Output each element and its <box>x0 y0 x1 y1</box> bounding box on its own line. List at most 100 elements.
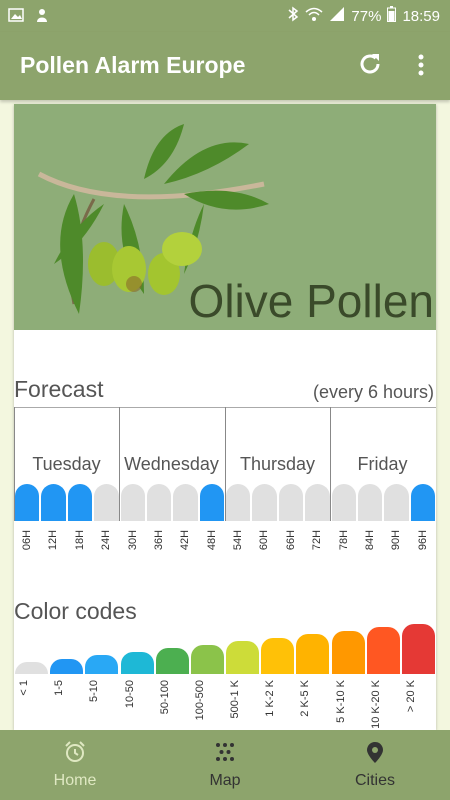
battery-percent: 77% <box>351 7 382 25</box>
color-code-text: < 1 <box>18 680 30 696</box>
forecast-hour-text: 48H <box>205 529 218 551</box>
nav-cities-label: Cities <box>354 772 395 789</box>
forecast-hour-label: 48H <box>199 524 224 554</box>
color-code-text: 1 K-2 K <box>264 680 277 717</box>
color-code-swatch <box>155 648 189 674</box>
wifi-icon <box>305 6 323 26</box>
color-code-text: 2 K-5 K <box>299 680 312 717</box>
app-notification-icon <box>34 7 50 27</box>
day-label: Friday <box>357 454 408 474</box>
signal-icon <box>329 6 345 26</box>
pollen-hero: Olive Pollen <box>14 104 436 330</box>
forecast-hour-text: 18H <box>73 529 86 551</box>
color-code-text: 5 K-10 K <box>334 680 347 723</box>
color-code-text: 5-10 <box>88 680 101 703</box>
forecast-hour-label: 90H <box>383 524 408 554</box>
nav-map[interactable]: Map <box>150 730 300 800</box>
more-options-icon[interactable] <box>412 51 430 79</box>
forecast-slot <box>120 484 145 521</box>
forecast-hour-label: 96H <box>410 524 435 554</box>
color-code-label: 1-5 <box>49 676 83 730</box>
app-title: Pollen Alarm Europe <box>20 52 246 78</box>
forecast-hour-text: 36H <box>152 529 165 551</box>
forecast-hour-text: 60H <box>258 529 271 551</box>
forecast-hour-text: 06H <box>21 529 33 551</box>
forecast-hour-text: 54H <box>232 529 244 551</box>
forecast-slot <box>305 484 330 521</box>
color-code-swatch <box>190 644 224 674</box>
forecast-hour-text: 72H <box>311 529 324 551</box>
forecast-hour-text: 90H <box>390 529 403 551</box>
clock: 18:59 <box>402 7 440 25</box>
color-code-swatch <box>296 634 330 674</box>
forecast-hour-label: 54H <box>225 524 250 554</box>
pollen-name: Olive Pollen <box>188 275 434 327</box>
color-code-swatch <box>15 662 49 674</box>
forecast-hour-label: 30H <box>120 524 145 554</box>
forecast-slot <box>199 484 224 521</box>
forecast-slot <box>278 484 304 521</box>
location-pin-icon <box>363 740 387 764</box>
forecast-title: Forecast <box>14 376 104 402</box>
refresh-icon[interactable] <box>356 50 384 78</box>
pollen-card: Olive Pollen Forecast (every 6 hours) Tu… <box>14 104 436 730</box>
forecast-slot <box>252 484 277 521</box>
forecast-hour-text: 66H <box>284 529 297 551</box>
forecast-hour-label: 78H <box>331 524 356 554</box>
color-code-swatch <box>261 637 295 674</box>
color-code-text: > 20 K <box>404 680 417 713</box>
bluetooth-icon <box>287 6 299 26</box>
color-code-label: 10 K-20 K <box>366 676 400 730</box>
forecast-slot <box>410 484 435 521</box>
color-code-swatch <box>366 627 400 674</box>
forecast-hour-text: 24H <box>100 529 113 551</box>
color-code-label: > 20 K <box>401 676 435 730</box>
status-bar: 77% 18:59 <box>0 0 450 32</box>
forecast-hour-label: 60H <box>251 524 276 554</box>
forecast-slot <box>67 484 93 521</box>
forecast-note: (every 6 hours) <box>312 382 434 402</box>
forecast-hour-text: 84H <box>363 529 376 551</box>
color-code-label: 500-1 K <box>225 676 259 730</box>
forecast-slot <box>384 484 409 521</box>
color-code-label: 100-500 <box>190 676 224 730</box>
color-code-label: < 1 <box>14 676 48 730</box>
battery-icon <box>387 6 397 26</box>
color-code-swatch <box>226 641 260 674</box>
forecast-hour-label: 24H <box>93 524 118 554</box>
nav-cities[interactable]: Cities <box>300 730 450 800</box>
forecast-hour-label: 72H <box>304 524 329 554</box>
bottom-nav: Home Map Cities <box>0 730 450 800</box>
color-code-text: 500-1 K <box>229 680 241 719</box>
image-notification-icon <box>8 7 24 27</box>
color-code-label: 10-50 <box>120 676 154 730</box>
nav-home[interactable]: Home <box>0 730 150 800</box>
color-code-text: 50-100 <box>158 680 171 715</box>
color-code-label: 1 K-2 K <box>260 676 294 730</box>
color-code-label: 50-100 <box>155 676 189 730</box>
color-code-swatch <box>120 651 154 674</box>
forecast-slot <box>357 484 383 521</box>
color-code-text: 100-500 <box>193 680 206 721</box>
color-codes-title: Color codes <box>14 598 137 624</box>
forecast-hour-text: 96H <box>416 529 429 551</box>
forecast-slot <box>94 484 119 521</box>
forecast-slot <box>146 484 172 521</box>
app-bar: Pollen Alarm Europe <box>0 32 450 100</box>
color-code-label: 2 K-5 K <box>295 676 329 730</box>
forecast-slot <box>15 484 40 521</box>
forecast-hour-label: 06H <box>14 524 39 554</box>
forecast-hour-label: 84H <box>357 524 382 554</box>
forecast-slot <box>41 484 66 521</box>
forecast-slot <box>173 484 198 521</box>
color-code-label: 5 K-10 K <box>331 676 365 730</box>
nav-map-label: Map <box>209 772 241 789</box>
color-code-swatch <box>401 623 435 674</box>
forecast-hour-label: 36H <box>146 524 171 554</box>
map-dots-icon <box>213 740 237 764</box>
forecast-hour-label: 18H <box>67 524 92 554</box>
color-code-label: 5-10 <box>84 676 118 730</box>
color-code-swatch <box>331 630 365 674</box>
alarm-clock-icon <box>63 740 87 764</box>
forecast-slot <box>331 484 356 521</box>
